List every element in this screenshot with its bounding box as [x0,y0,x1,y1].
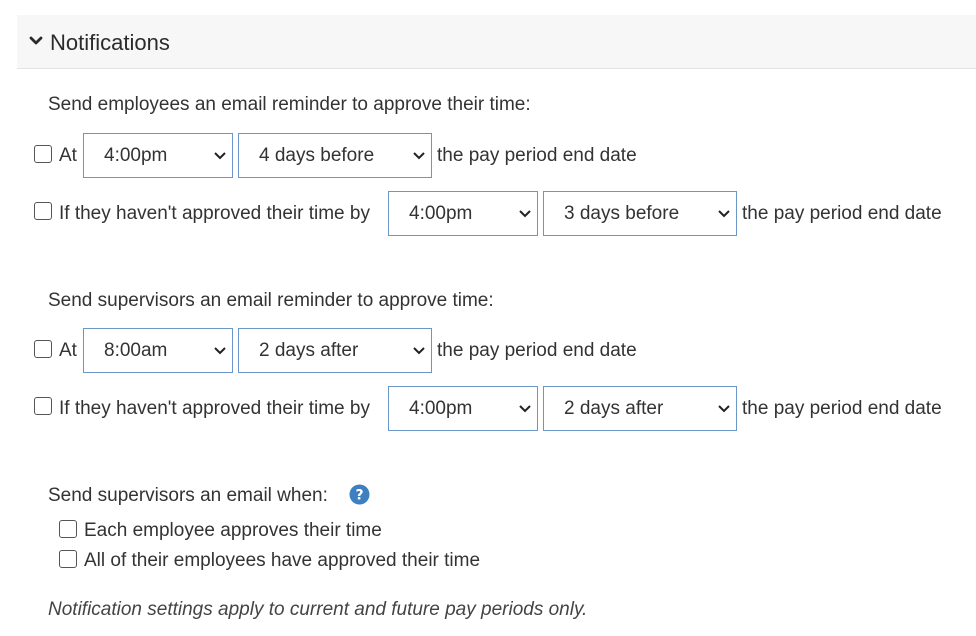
supervisor-at-label: At [59,340,77,361]
supervisor-ifnot-time-select[interactable]: 4:00pm [388,386,538,431]
select-value: 3 days before [564,203,680,224]
footer-note: Notification settings apply to current a… [48,599,588,620]
supervisor-at-time-select[interactable]: 8:00am [83,328,233,373]
supervisors-heading: Send supervisors an email reminder to ap… [48,290,494,311]
chevron-down-icon [413,152,425,160]
all-employees-approved-label: All of their employees have approved the… [84,550,481,571]
supervisor-ifnot-offset-select[interactable]: 2 days after [543,386,737,431]
chevron-down-icon [29,36,43,45]
employee-at-suffix: the pay period end date [437,145,637,166]
chevron-down-icon [519,405,531,413]
employee-at-checkbox[interactable] [34,145,52,163]
employee-ifnot-offset-select[interactable]: 3 days before [543,191,737,236]
select-value: 4:00pm [409,398,473,419]
select-value: 2 days after [564,398,664,419]
each-employee-approves-label: Each employee approves their time [84,520,382,541]
chevron-down-icon [214,347,226,355]
select-value: 4:00pm [409,203,473,224]
supervisor-ifnot-checkbox[interactable] [34,397,52,415]
select-value: 2 days after [259,340,359,361]
employee-at-offset-select[interactable]: 4 days before [238,133,432,178]
employee-ifnot-label: If they haven't approved their time by [59,203,370,224]
all-employees-approved-checkbox[interactable] [59,550,77,568]
chevron-down-icon [718,405,730,413]
supervisor-ifnot-label: If they haven't approved their time by [59,398,370,419]
employees-heading: Send employees an email reminder to appr… [48,94,531,115]
employee-ifnot-checkbox[interactable] [34,202,52,220]
employee-ifnot-time-select[interactable]: 4:00pm [388,191,538,236]
supervisor-ifnot-suffix: the pay period end date [742,398,942,419]
svg-text:?: ? [355,488,363,504]
chevron-down-icon [214,152,226,160]
supervisor-at-offset-select[interactable]: 2 days after [238,328,432,373]
panel-title: Notifications [50,30,170,55]
select-value: 4:00pm [104,145,168,166]
supervisor-at-suffix: the pay period end date [437,340,637,361]
each-employee-approves-checkbox[interactable] [59,520,77,538]
chevron-down-icon [718,210,730,218]
select-value: 4 days before [259,145,375,166]
employee-ifnot-suffix: the pay period end date [742,203,942,224]
employee-at-time-select[interactable]: 4:00pm [83,133,233,178]
chevron-down-icon [519,210,531,218]
select-value: 8:00am [104,340,168,361]
supervisor-at-checkbox[interactable] [34,340,52,358]
employee-at-label: At [59,145,77,166]
chevron-down-icon [413,347,425,355]
question-circle-icon[interactable]: ? [349,484,370,505]
supervisor-email-heading: Send supervisors an email when: [48,485,328,506]
notifications-panel-header[interactable]: Notifications [17,15,976,69]
